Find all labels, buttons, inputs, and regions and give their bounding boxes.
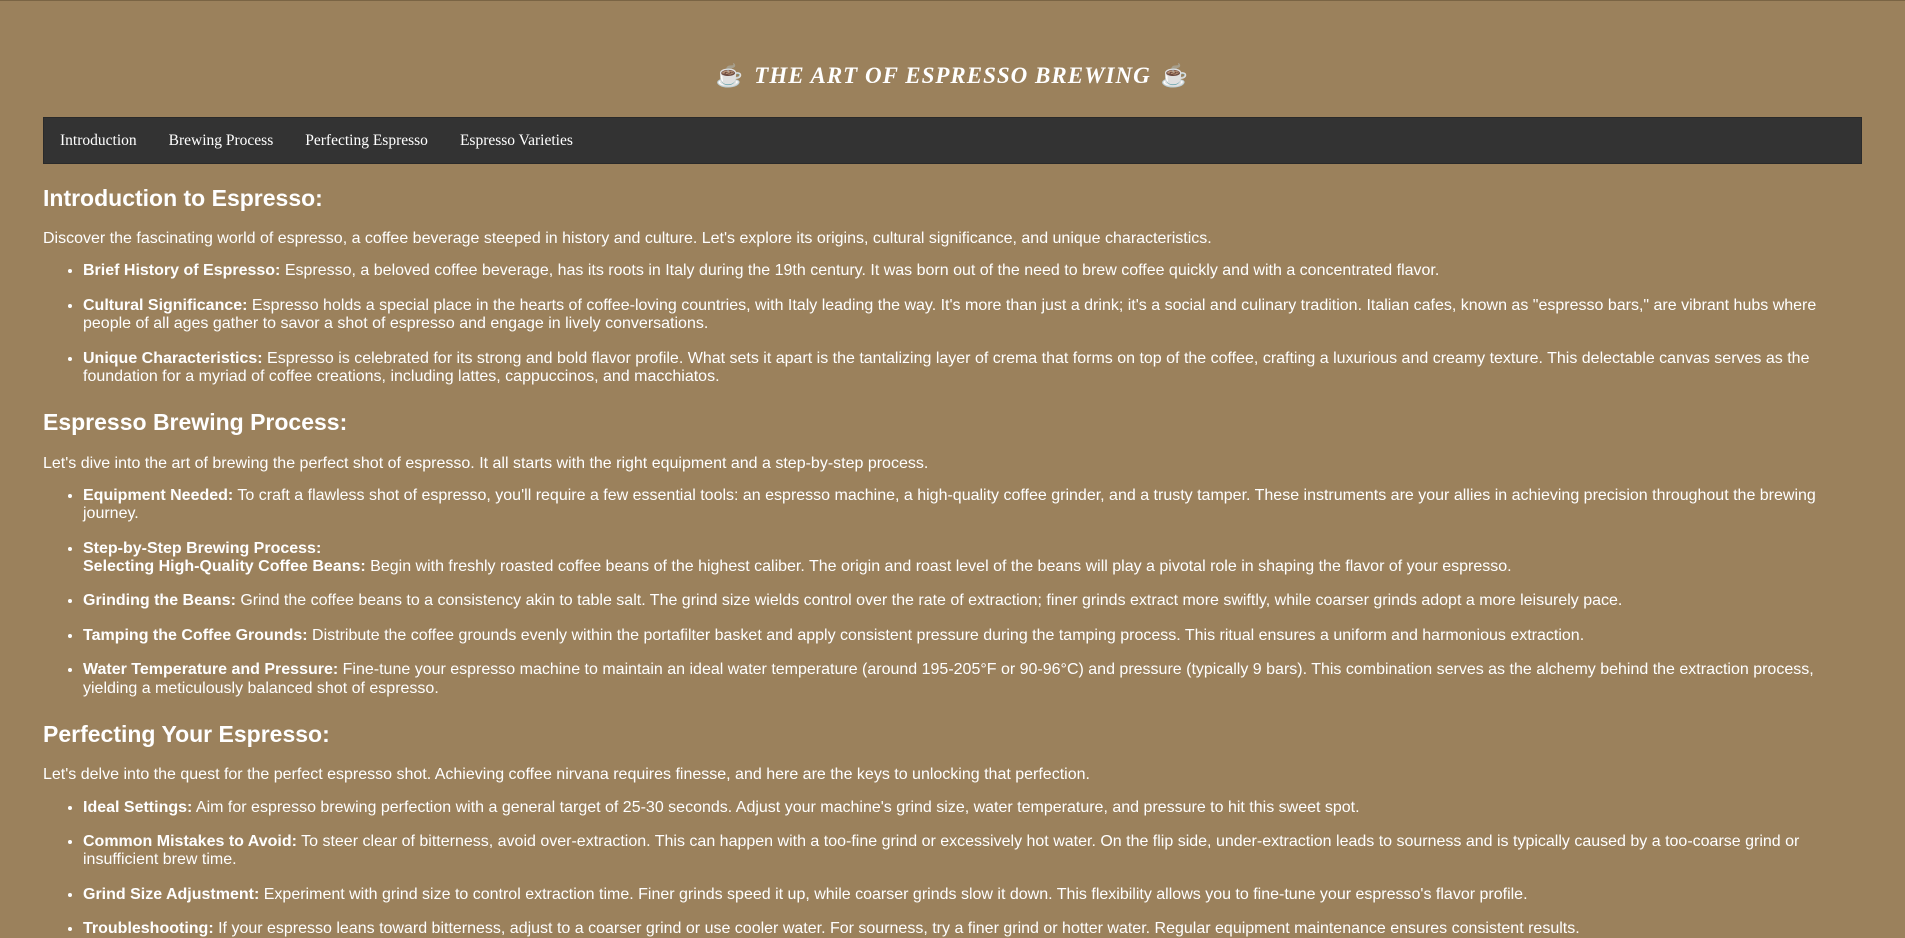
list-item: Grinding the Beans: Grind the coffee bea… — [83, 592, 1862, 610]
item-term: Troubleshooting: — [83, 920, 214, 938]
coffee-cup-icon: ☕ — [715, 63, 745, 88]
section-list: Brief History of Espresso: Espresso, a b… — [43, 262, 1862, 386]
item-term: Brief History of Espresso: — [83, 262, 281, 280]
item-text: Espresso, a beloved coffee beverage, has… — [280, 262, 1440, 280]
section-intro: Let's delve into the quest for the perfe… — [43, 766, 1090, 784]
item-text: Begin with freshly roasted coffee beans … — [365, 558, 1512, 576]
item-term: Water Temperature and Pressure: — [83, 661, 339, 679]
item-text: Aim for espresso brewing perfection with… — [192, 798, 1360, 816]
list-item: Brief History of Espresso: Espresso, a b… — [83, 262, 1862, 280]
section-list: Equipment Needed: To craft a flawless sh… — [43, 487, 1862, 698]
nav-link-perfecting-espresso[interactable]: Perfecting Espresso — [305, 132, 428, 150]
main-nav: Introduction Brewing Process Perfecting … — [43, 117, 1862, 164]
section-brewing-process: Espresso Brewing Process: Let's dive int… — [43, 410, 1862, 698]
item-term: Step-by-Step Brewing Process: — [83, 539, 322, 557]
site-title: ☕ THE ART OF ESPRESSO BREWING ☕ — [716, 63, 1189, 89]
item-text: Grind the coffee beans to a consistency … — [235, 592, 1623, 610]
list-item: Step-by-Step Brewing Process:Selecting H… — [83, 540, 1862, 577]
list-item: Grind Size Adjustment: Experiment with g… — [83, 886, 1862, 904]
item-text: Experiment with grind size to control ex… — [259, 885, 1528, 903]
list-item: Ideal Settings: Aim for espresso brewing… — [83, 799, 1862, 817]
list-item: Equipment Needed: To craft a flawless sh… — [83, 487, 1862, 524]
list-item: Unique Characteristics: Espresso is cele… — [83, 350, 1862, 387]
item-term: Equipment Needed: — [83, 486, 234, 504]
section-heading: Introduction to Espresso: — [43, 185, 323, 211]
list-item: Common Mistakes to Avoid: To steer clear… — [83, 833, 1862, 870]
site-title-text: THE ART OF ESPRESSO BREWING — [754, 63, 1151, 88]
site-header: ☕ THE ART OF ESPRESSO BREWING ☕ — [0, 1, 1905, 117]
section-introduction: Introduction to Espresso: Discover the f… — [43, 185, 1862, 386]
item-term: Unique Characteristics: — [83, 349, 263, 367]
item-term: Cultural Significance: — [83, 296, 248, 314]
item-text: If your espresso leans toward bitterness… — [213, 920, 1580, 938]
main-content: Introduction to Espresso: Discover the f… — [0, 185, 1905, 938]
item-term: Grinding the Beans: — [83, 592, 236, 610]
item-text: Espresso holds a special place in the he… — [83, 296, 1817, 333]
section-heading: Perfecting Your Espresso: — [43, 721, 330, 748]
item-text: To craft a flawless shot of espresso, yo… — [83, 486, 1816, 523]
nav-link-introduction[interactable]: Introduction — [60, 132, 137, 150]
item-term: Tamping the Coffee Grounds: — [83, 626, 308, 644]
list-item: Cultural Significance: Espresso holds a … — [83, 297, 1862, 334]
section-intro: Let's dive into the art of brewing the p… — [43, 454, 929, 472]
list-item: Tamping the Coffee Grounds: Distribute t… — [83, 627, 1862, 645]
nav-link-brewing-process[interactable]: Brewing Process — [169, 132, 274, 150]
item-text: Distribute the coffee grounds evenly wit… — [307, 626, 1585, 644]
coffee-cup-icon: ☕ — [1160, 63, 1190, 88]
section-intro: Discover the fascinating world of espres… — [43, 230, 1212, 248]
item-term: Ideal Settings: — [83, 798, 193, 816]
section-list: Ideal Settings: Aim for espresso brewing… — [43, 799, 1862, 938]
section-perfecting-espresso: Perfecting Your Espresso: Let's delve in… — [43, 721, 1862, 938]
item-text: To steer clear of bitterness, avoid over… — [83, 832, 1800, 869]
item-term: Common Mistakes to Avoid: — [83, 832, 297, 850]
item-text: Fine-tune your espresso machine to maint… — [83, 661, 1814, 697]
item-subterm: Selecting High-Quality Coffee Beans: — [83, 558, 366, 576]
list-item: Water Temperature and Pressure: Fine-tun… — [83, 661, 1862, 698]
item-term: Grind Size Adjustment: — [83, 885, 260, 903]
item-text: Espresso is celebrated for its strong an… — [83, 349, 1810, 386]
section-heading: Espresso Brewing Process: — [43, 409, 348, 436]
list-item: Troubleshooting: If your espresso leans … — [83, 920, 1862, 938]
nav-link-espresso-varieties[interactable]: Espresso Varieties — [460, 132, 573, 150]
